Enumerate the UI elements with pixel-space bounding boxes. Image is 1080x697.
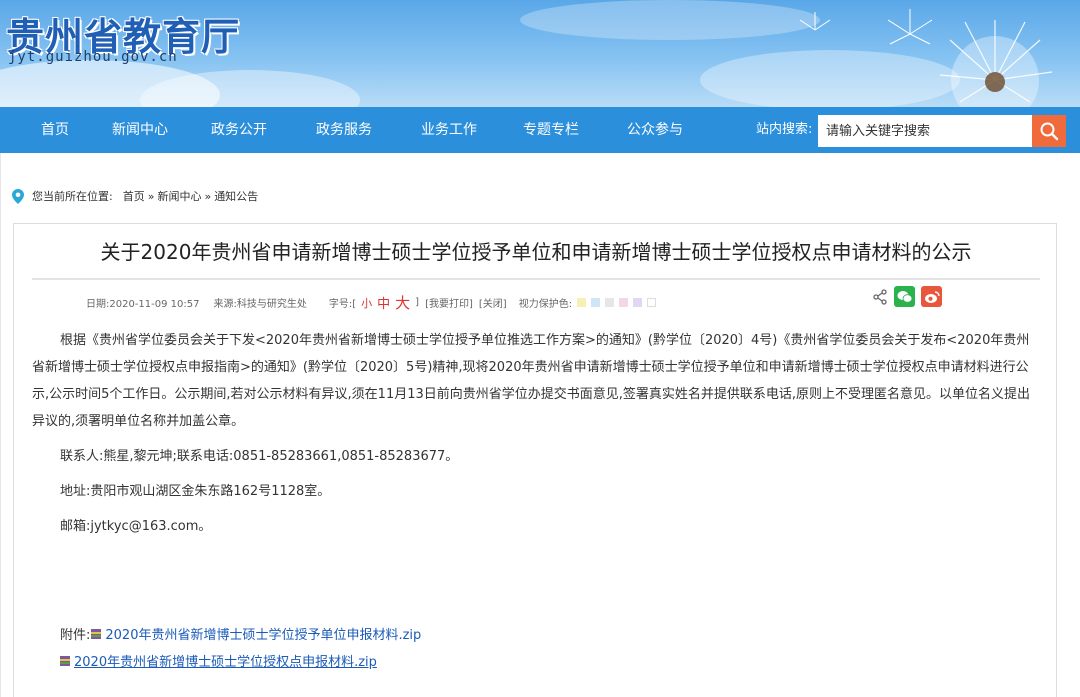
nav-item-government-affairs[interactable]: 政务公开 [211, 107, 267, 153]
share-bar [872, 286, 942, 307]
search-icon [1040, 122, 1059, 141]
contact-line: 联系人:熊星,黎元坤;联系电话:0851-85283661,0851-85283… [60, 449, 459, 464]
site-domain: jyt.guizhou.gov.cn [8, 49, 178, 65]
eye-care-swatch[interactable] [633, 297, 643, 307]
publish-date: 日期:2020-11-09 10:57 [86, 299, 200, 310]
email-line: 邮箱:jytkyc@163.com。 [60, 519, 212, 534]
site-banner: 贵州省教育厅 jyt.guizhou.gov.cn [0, 0, 1080, 107]
zip-file-icon [59, 655, 71, 667]
seed-icon [887, 9, 933, 45]
article-title: 关于2020年贵州省申请新增博士硕士学位授予单位和申请新增博士硕士学位授权点申请… [100, 240, 972, 264]
attachments-label: 附件: [60, 628, 91, 643]
eye-care-swatches [572, 297, 657, 308]
location-pin-icon [12, 188, 24, 204]
title-divider [32, 278, 1040, 280]
article-meta: 日期:2020-11-09 10:57 来源:科技与研究生处 字号:[ 小 中 … [86, 292, 657, 313]
font-size-label: 字号:[ [328, 299, 357, 310]
share-icon[interactable] [872, 288, 888, 305]
breadcrumb-separator: » [147, 189, 155, 203]
eye-care-swatch[interactable] [577, 297, 587, 307]
attachment-link[interactable]: 2020年贵州省新增博士硕士学位授权点申报材料.zip [74, 651, 377, 670]
font-size-close-bracket: ] [415, 297, 420, 308]
attachment-link[interactable]: 2020年贵州省新增博士硕士学位授予单位申报材料.zip [105, 624, 421, 643]
breadcrumb-item-news[interactable]: 新闻中心 [157, 188, 201, 204]
font-size-medium[interactable]: 中 [377, 293, 390, 312]
nav-item-news[interactable]: 新闻中心 [112, 107, 168, 153]
nav-item-services[interactable]: 政务服务 [316, 107, 372, 153]
close-link[interactable]: [关闭] [479, 295, 507, 310]
eye-care-swatch[interactable] [619, 297, 629, 307]
main-nav: 首页 新闻中心 政务公开 政务服务 业务工作 专题专栏 公众参与 站内搜索: [0, 107, 1080, 153]
breadcrumb-separator: » [204, 189, 212, 203]
attachment-row: 附件: 2020年贵州省新增博士硕士学位授予单位申报材料.zip [60, 620, 421, 647]
nav-item-home[interactable]: 首页 [41, 107, 69, 153]
wechat-share-button[interactable] [894, 286, 915, 307]
eye-care-swatch[interactable] [605, 297, 615, 307]
nav-item-topics[interactable]: 专题专栏 [523, 107, 579, 153]
print-link[interactable]: [我要打印] [425, 295, 473, 310]
banner-cloud [520, 0, 820, 40]
nav-item-business[interactable]: 业务工作 [421, 107, 477, 153]
weibo-icon [924, 290, 940, 303]
article-body: 根据《贵州省学位委员会关于下发<2020年贵州省新增博士硕士学位授予单位推选工作… [32, 327, 1042, 540]
font-size-large[interactable]: 大 [395, 292, 410, 313]
search-input[interactable] [818, 115, 1034, 147]
breadcrumb-prefix: 您当前所在位置: [32, 190, 113, 203]
eye-care-swatch[interactable] [591, 297, 601, 307]
breadcrumb: 您当前所在位置: 首页 » 新闻中心 » 通知公告 [12, 186, 258, 206]
article-source: 来源:科技与研究生处 [213, 299, 307, 310]
attachments: 附件: 2020年贵州省新增博士硕士学位授予单位申报材料.zip 2020年贵州… [60, 620, 421, 674]
seed-icon [799, 12, 831, 31]
dandelion-illustration [939, 20, 1053, 107]
eye-care-swatch[interactable] [647, 297, 657, 307]
article-paragraph: 根据《贵州省学位委员会关于下发<2020年贵州省新增博士硕士学位授予单位推选工作… [32, 333, 1031, 429]
search-button[interactable] [1032, 115, 1066, 147]
article-panel: 关于2020年贵州省申请新增博士硕士学位授予单位和申请新增博士硕士学位授权点申请… [13, 223, 1057, 697]
zip-file-icon [90, 628, 102, 640]
address-line: 地址:贵阳市观山湖区金朱东路162号1128室。 [60, 484, 331, 499]
search-label: 站内搜索: [756, 122, 813, 137]
attachment-row: 2020年贵州省新增博士硕士学位授权点申报材料.zip [59, 647, 421, 674]
weibo-share-button[interactable] [921, 286, 942, 307]
wechat-icon [897, 290, 912, 303]
breadcrumb-item-notices[interactable]: 通知公告 [214, 188, 258, 204]
font-size-small[interactable]: 小 [361, 295, 372, 311]
eye-care-label: 视力保护色: [518, 299, 573, 310]
nav-item-participation[interactable]: 公众参与 [627, 107, 683, 153]
breadcrumb-item-home[interactable]: 首页 [123, 188, 145, 204]
